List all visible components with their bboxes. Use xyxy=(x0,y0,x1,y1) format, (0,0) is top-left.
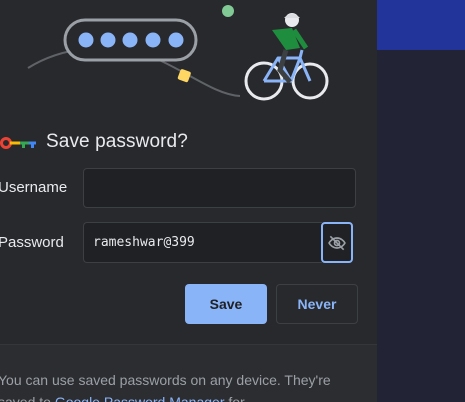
password-label: Password xyxy=(0,234,64,251)
background-page-header xyxy=(377,0,465,50)
username-label: Username xyxy=(0,179,68,196)
dialog-footer: You can use saved passwords on any devic… xyxy=(0,344,377,402)
save-button[interactable]: Save xyxy=(185,284,267,324)
password-field[interactable] xyxy=(83,222,322,263)
google-password-manager-link[interactable]: Google Password Manager xyxy=(55,394,225,402)
footer-text-after: for xyxy=(224,394,245,402)
save-password-dialog: Save password? Username Password Save Ne… xyxy=(0,0,377,402)
username-field[interactable] xyxy=(83,168,356,208)
key-icon xyxy=(0,137,36,149)
password-cyclist-illustration xyxy=(27,5,329,101)
footer-text: You can use saved passwords on any devic… xyxy=(0,369,358,402)
password-visibility-toggle[interactable] xyxy=(321,222,353,263)
never-button[interactable]: Never xyxy=(276,284,358,324)
eye-off-icon xyxy=(328,235,346,250)
dialog-title: Save password? xyxy=(46,131,188,152)
background-page xyxy=(377,0,465,402)
